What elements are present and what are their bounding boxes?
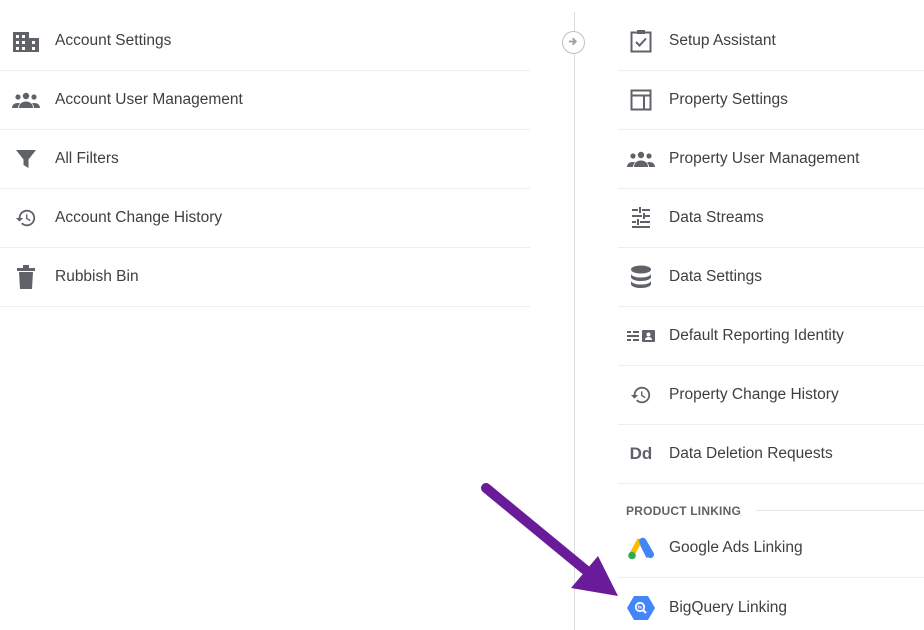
menu-item-account-settings[interactable]: Account Settings bbox=[0, 12, 530, 71]
menu-item-property-user-management[interactable]: Property User Management bbox=[618, 130, 924, 189]
annotation-arrow-icon bbox=[481, 483, 618, 596]
menu-item-label: Data Settings bbox=[669, 268, 763, 285]
menu-item-bigquery-linking[interactable]: BigQuery Linking bbox=[618, 578, 924, 630]
section-header-product-linking: PRODUCT LINKING bbox=[626, 503, 741, 519]
menu-item-google-ads-linking[interactable]: Google Ads Linking bbox=[618, 519, 924, 578]
menu-item-label: Property Change History bbox=[669, 386, 839, 403]
menu-item-property-settings[interactable]: Property Settings bbox=[618, 71, 924, 130]
menu-item-label: Data Deletion Requests bbox=[669, 445, 833, 462]
google-ads-icon bbox=[625, 536, 657, 560]
building-icon bbox=[10, 29, 42, 53]
history-icon bbox=[625, 383, 657, 407]
menu-item-account-change-history[interactable]: Account Change History bbox=[0, 189, 530, 248]
menu-item-label: Account Settings bbox=[55, 32, 172, 49]
section-title: PRODUCT LINKING bbox=[626, 504, 741, 518]
menu-item-label: Rubbish Bin bbox=[55, 268, 139, 285]
history-icon bbox=[10, 206, 42, 230]
menu-item-data-deletion-requests[interactable]: Dd Data Deletion Requests bbox=[618, 425, 924, 484]
menu-item-data-settings[interactable]: Data Settings bbox=[618, 248, 924, 307]
column-divider bbox=[574, 12, 575, 630]
menu-item-label: Default Reporting Identity bbox=[669, 327, 844, 344]
menu-item-label: Data Streams bbox=[669, 209, 764, 226]
property-menu: Setup Assistant Property Settings Proper… bbox=[618, 12, 924, 484]
streams-icon bbox=[625, 206, 657, 230]
menu-item-label: Property User Management bbox=[669, 150, 860, 167]
identity-icon bbox=[625, 324, 657, 348]
menu-item-label: All Filters bbox=[55, 150, 119, 167]
menu-item-account-user-management[interactable]: Account User Management bbox=[0, 71, 530, 130]
layout-icon bbox=[625, 88, 657, 112]
database-icon bbox=[625, 265, 657, 289]
checklist-icon bbox=[625, 29, 657, 53]
arrow-right-button[interactable] bbox=[562, 31, 585, 54]
arrow-right-icon bbox=[568, 34, 579, 52]
menu-item-label: Google Ads Linking bbox=[669, 539, 803, 556]
bigquery-icon bbox=[625, 595, 657, 620]
people-icon bbox=[625, 147, 657, 171]
menu-item-rubbish-bin[interactable]: Rubbish Bin bbox=[0, 248, 530, 307]
menu-item-data-streams[interactable]: Data Streams bbox=[618, 189, 924, 248]
menu-item-label: Account Change History bbox=[55, 209, 223, 226]
account-menu: Account Settings Account User Management… bbox=[0, 12, 530, 307]
menu-item-default-reporting-identity[interactable]: Default Reporting Identity bbox=[618, 307, 924, 366]
menu-item-label: BigQuery Linking bbox=[669, 598, 788, 616]
trash-icon bbox=[10, 265, 42, 289]
section-divider bbox=[756, 510, 924, 511]
filter-icon bbox=[10, 147, 42, 171]
menu-item-label: Property Settings bbox=[669, 91, 788, 108]
menu-item-property-change-history[interactable]: Property Change History bbox=[618, 366, 924, 425]
people-icon bbox=[10, 88, 42, 112]
menu-item-all-filters[interactable]: All Filters bbox=[0, 130, 530, 189]
dd-icon: Dd bbox=[629, 444, 653, 463]
menu-item-label: Setup Assistant bbox=[669, 32, 776, 49]
menu-item-setup-assistant[interactable]: Setup Assistant bbox=[618, 12, 924, 71]
menu-item-label: Account User Management bbox=[55, 91, 243, 108]
product-linking-menu: Google Ads Linking BigQuery Linking bbox=[618, 519, 924, 630]
